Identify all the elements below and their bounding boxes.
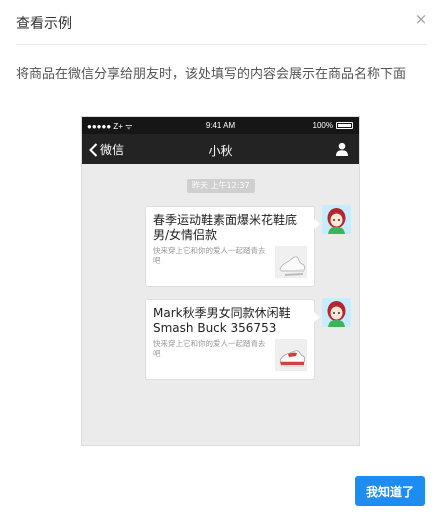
user-icon[interactable] (335, 141, 349, 160)
avatar[interactable] (322, 298, 351, 327)
chat-timestamp: 昨天 上午12:37 (187, 179, 255, 193)
example-dialog: 查看示例 × 将商品在微信分享给朋友时，该处填写的内容会展示在商品名称下面 ●●… (0, 0, 443, 523)
message-card[interactable]: 春季运动鞋素面爆米花鞋底男/女情侣款 快来穿上它和你的爱人一起踏青去吧 (145, 206, 320, 287)
red-white-sneaker-thumbnail (275, 339, 307, 371)
dialog-title: 查看示例 (16, 16, 72, 32)
message-description: 快来穿上它和你的爱人一起踏青去吧 (153, 339, 266, 358)
avatar[interactable] (322, 205, 351, 234)
message-title: 春季运动鞋素面爆米花鞋底男/女情侣款 (153, 213, 298, 242)
phone-preview: ●●●●● Z+ ᯤ 9:41 AM 100% 微信 小秋 昨天 上午12:37… (81, 116, 360, 446)
ok-button[interactable]: 我知道了 (355, 476, 425, 506)
close-icon[interactable]: × (413, 11, 429, 27)
battery-percent: 100% (312, 121, 333, 130)
battery-icon (336, 122, 353, 129)
battery-indicator: 100% (313, 121, 353, 130)
chat-nav-bar: 微信 小秋 (82, 134, 359, 164)
message-card[interactable]: Mark秋季男女同款休闲鞋Smash Buck 356753 快来穿上它和你的爱… (145, 299, 320, 380)
message-title: Mark秋季男女同款休闲鞋Smash Buck 356753 (153, 306, 291, 335)
chat-title: 小秋 (208, 144, 233, 158)
message-description: 快来穿上它和你的爱人一起踏青去吧 (153, 246, 266, 265)
white-sneaker-thumbnail (275, 246, 307, 278)
divider (16, 44, 427, 45)
phone-status-bar: ●●●●● Z+ ᯤ 9:41 AM 100% (82, 117, 359, 134)
dialog-description: 将商品在微信分享给朋友时，该处填写的内容会展示在商品名称下面 (16, 67, 407, 82)
